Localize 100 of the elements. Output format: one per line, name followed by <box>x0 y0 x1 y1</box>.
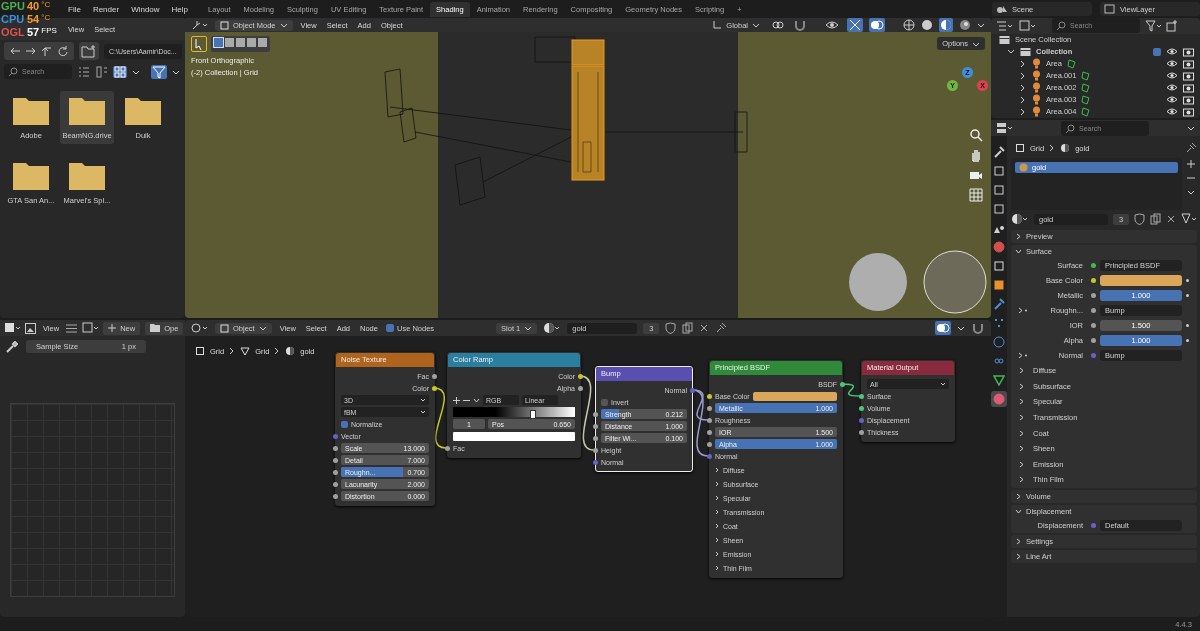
chevron-icon[interactable] <box>1019 107 1027 116</box>
light-data-icon[interactable] <box>1081 106 1091 117</box>
select-tool-icon[interactable] <box>191 36 207 52</box>
eyedropper-icon[interactable] <box>6 340 18 353</box>
keyframe-dot-icon[interactable] <box>1186 339 1189 342</box>
socket-icon[interactable] <box>1091 278 1096 283</box>
new-collection-icon[interactable] <box>1166 19 1178 32</box>
parent-folder-arrow-icon[interactable] <box>41 46 53 56</box>
eye-icon[interactable] <box>1166 47 1178 57</box>
image-browse-icon[interactable] <box>82 322 99 334</box>
editor-type-icon[interactable] <box>996 122 1014 134</box>
material-shading-icon[interactable] <box>939 18 953 32</box>
back-arrow-icon[interactable] <box>9 46 21 56</box>
image-editor-icon[interactable] <box>4 322 20 334</box>
eye-icon[interactable] <box>1166 107 1178 117</box>
zoom-icon[interactable] <box>969 128 983 142</box>
duplicate-icon[interactable] <box>682 322 694 334</box>
color-swatch[interactable] <box>752 391 837 401</box>
magnet-icon[interactable] <box>793 19 807 31</box>
menu-icon[interactable] <box>66 323 78 333</box>
pin-icon[interactable] <box>1185 142 1198 154</box>
material-sphere-icon[interactable] <box>1011 213 1029 225</box>
ramp-stop-handle[interactable] <box>530 410 537 419</box>
duplicate-icon[interactable] <box>1150 213 1162 225</box>
visibility-icon[interactable] <box>825 19 841 31</box>
socket-icon[interactable] <box>707 417 712 423</box>
gizmo-toggle-icon[interactable] <box>847 18 863 32</box>
hand-icon[interactable] <box>969 148 983 162</box>
properties-tab[interactable] <box>991 372 1007 388</box>
properties-tab[interactable] <box>991 277 1007 293</box>
pivot-icon[interactable] <box>771 19 787 31</box>
node-tree-icon[interactable] <box>1181 213 1198 225</box>
socket-icon[interactable] <box>859 429 864 435</box>
overlays-icon[interactable] <box>935 321 951 335</box>
chevron-down-icon[interactable] <box>957 324 965 332</box>
socket-icon[interactable] <box>593 459 598 465</box>
close-icon[interactable] <box>1166 214 1177 224</box>
exclude-checkbox[interactable] <box>1153 47 1161 56</box>
menu-item[interactable]: File <box>66 3 83 15</box>
thumbnail-view-icon[interactable] <box>113 65 127 78</box>
chevron-icon[interactable] <box>1019 95 1027 104</box>
editor-type-icon[interactable] <box>191 322 209 334</box>
columns-view-icon[interactable] <box>95 65 109 78</box>
camera-icon[interactable] <box>1183 46 1194 57</box>
socket-icon[interactable] <box>445 445 450 451</box>
chevron-down-icon[interactable] <box>1187 124 1195 132</box>
add-icon[interactable] <box>1185 158 1198 170</box>
chevron-down-icon[interactable] <box>473 396 480 404</box>
socket-icon[interactable] <box>840 381 845 387</box>
filter-icon[interactable] <box>1145 19 1161 32</box>
camera-icon[interactable] <box>1183 94 1194 105</box>
chevron-icon[interactable] <box>1017 352 1027 359</box>
keyframe-dot-icon[interactable] <box>1186 294 1189 297</box>
light-data-icon[interactable] <box>1081 82 1091 93</box>
display-mode-icon[interactable] <box>1019 19 1037 32</box>
wireframe-shading-icon[interactable] <box>903 19 915 31</box>
filter-icon[interactable] <box>151 64 167 79</box>
editor-type-icon[interactable] <box>191 19 209 31</box>
eye-icon[interactable] <box>1166 83 1178 93</box>
material-sphere-icon[interactable] <box>543 322 562 334</box>
color-swatch[interactable] <box>1100 275 1182 286</box>
socket-icon[interactable] <box>432 373 437 379</box>
camera-icon[interactable] <box>1183 70 1194 81</box>
add-icon[interactable] <box>453 396 460 404</box>
chevron-icon[interactable] <box>1007 47 1015 56</box>
chevron-icon[interactable] <box>1019 59 1027 68</box>
overlays-icon[interactable] <box>869 18 885 32</box>
keyframe-dot-icon[interactable] <box>1186 279 1189 282</box>
eye-icon[interactable] <box>1166 95 1178 105</box>
rendered-shading-icon[interactable] <box>959 19 971 31</box>
menu-item[interactable]: Render <box>90 3 122 15</box>
eye-icon[interactable] <box>1166 59 1178 69</box>
menu-item[interactable]: Window <box>129 3 162 15</box>
socket-icon[interactable] <box>578 385 583 391</box>
socket-icon[interactable] <box>859 405 864 411</box>
shield-icon[interactable] <box>1134 213 1146 225</box>
color-swatch[interactable] <box>453 431 575 441</box>
chevron-icon[interactable] <box>1019 83 1027 92</box>
socket-icon[interactable] <box>432 385 437 391</box>
camera-icon[interactable] <box>1183 106 1194 117</box>
light-data-icon[interactable] <box>1081 70 1091 81</box>
camera-icon[interactable] <box>1183 82 1194 93</box>
grid-icon[interactable] <box>969 188 983 202</box>
solid-shading-icon[interactable] <box>921 19 933 31</box>
refresh-icon[interactable] <box>57 46 69 56</box>
eye-icon[interactable] <box>1166 71 1178 81</box>
menu-item[interactable]: Help <box>169 3 191 15</box>
new-folder-icon[interactable] <box>79 42 99 60</box>
camera-icon[interactable] <box>1183 58 1194 69</box>
chevron-icon[interactable] <box>1019 71 1027 80</box>
color-ramp-gradient[interactable] <box>453 407 575 417</box>
close-icon[interactable] <box>699 323 710 333</box>
socket-icon[interactable] <box>859 393 864 399</box>
socket-icon[interactable] <box>578 373 583 379</box>
chevron-icon[interactable] <box>1017 307 1027 314</box>
light-data-icon[interactable] <box>1081 94 1091 105</box>
keyframe-dot-icon[interactable] <box>1186 324 1189 327</box>
snap-icon[interactable] <box>971 322 985 334</box>
socket-icon[interactable] <box>690 387 695 393</box>
chevron-down-icon[interactable] <box>977 21 985 29</box>
